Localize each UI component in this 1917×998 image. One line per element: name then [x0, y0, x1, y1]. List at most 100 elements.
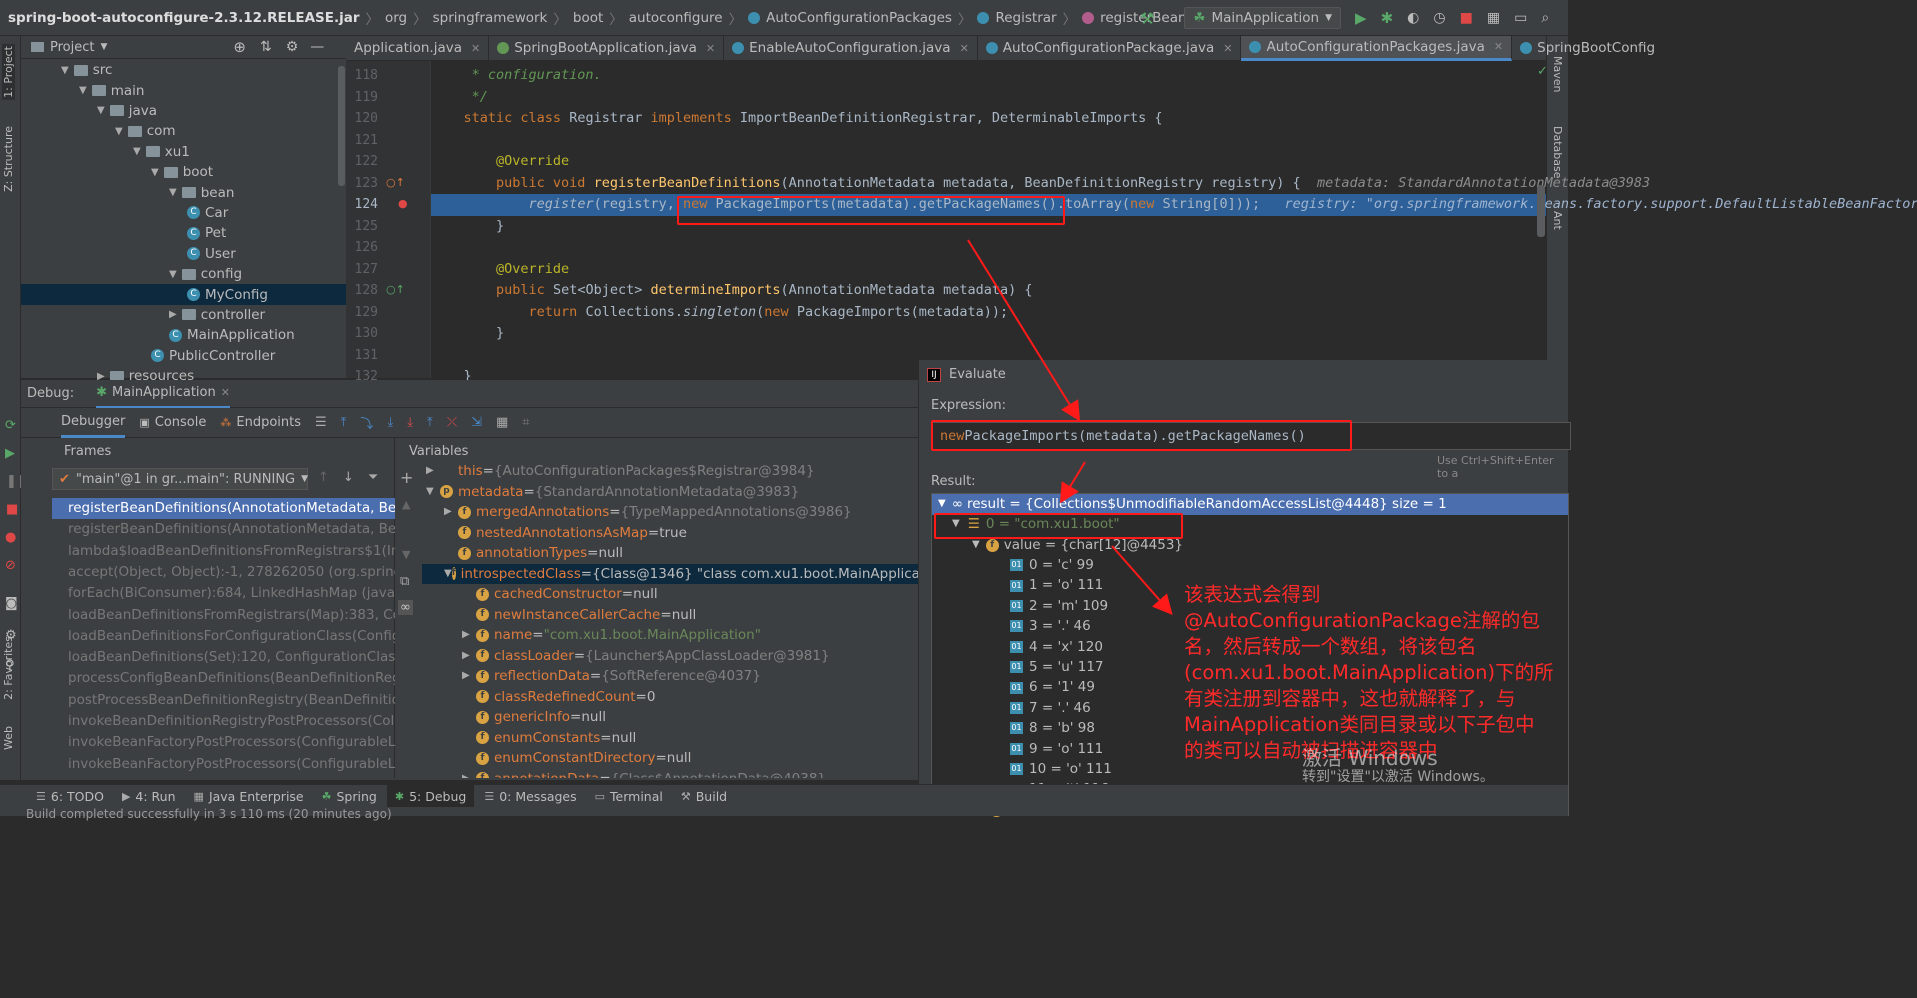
up-arrow-icon[interactable]: ↑	[318, 470, 329, 485]
close-icon[interactable]: ✕	[221, 386, 230, 399]
expanded-arrow-icon[interactable]: ▼	[444, 564, 452, 585]
project-scrollbar[interactable]	[338, 66, 345, 186]
char-element-row[interactable]: 01 2 = 'm' 109	[1010, 596, 1108, 617]
tree-item-mainapplication[interactable]: C MainApplication	[21, 325, 346, 345]
bottom-tab-0[interactable]: ☰ 6: TODO	[28, 785, 112, 807]
collapsed-arrow-icon[interactable]: ▶	[462, 666, 476, 687]
structure-tool-tab[interactable]: Z: Structure	[2, 126, 15, 192]
frame-item[interactable]: loadBeanDefinitionsForConfigurationClass…	[52, 626, 395, 647]
collapse-all-icon[interactable]: ⇅	[260, 39, 272, 55]
close-icon[interactable]: ✕	[1494, 40, 1503, 53]
breadcrumb-autoconfigurationpackages[interactable]: AutoConfigurationPackages	[766, 10, 952, 26]
char-element-row[interactable]: 01 0 = 'c' 99	[1010, 555, 1094, 576]
tab-endpoints[interactable]: ⁂ Endpoints	[220, 415, 301, 430]
tree-item-main[interactable]: ▼ main	[21, 80, 346, 100]
thread-select[interactable]: ✔ "main"@1 in gr...main": RUNNING ▼	[52, 468, 308, 490]
tree-item-user[interactable]: C User	[21, 244, 346, 264]
menu-lines-icon[interactable]: ☰	[315, 415, 327, 430]
collapsed-arrow-icon[interactable]: ▶	[462, 769, 476, 779]
char-element-row[interactable]: 01 3 = '.' 46	[1010, 616, 1091, 637]
camera-icon[interactable]: ◙	[5, 596, 18, 611]
override-marker-icon[interactable]: ○↑	[386, 176, 405, 189]
frame-item[interactable]: registerBeanDefinitions(AnnotationMetada…	[52, 519, 395, 540]
editor-tab-1[interactable]: SpringBootApplication.java ✕	[489, 35, 725, 61]
expanded-arrow-icon[interactable]: ▼	[115, 126, 123, 137]
resume-icon[interactable]: ▶	[5, 446, 15, 461]
web-tool-tab[interactable]: Web	[2, 726, 15, 750]
collapsed-arrow-icon[interactable]: ▶	[169, 309, 177, 320]
frame-item[interactable]: invokeBeanFactoryPostProcessors(Configur…	[52, 732, 395, 753]
override-marker-icon[interactable]: ○↑	[386, 283, 405, 296]
tree-item-java[interactable]: ▼ java	[21, 101, 346, 121]
editor-tab-5[interactable]: SpringBootConfig	[1512, 35, 1665, 61]
char-element-row[interactable]: 01 6 = '1' 49	[1010, 677, 1095, 698]
editor-scrollbar[interactable]	[1537, 185, 1545, 237]
frame-item[interactable]: invokeBeanFactoryPostProcessors(Configur…	[52, 754, 395, 775]
breadcrumb-autoconfigure[interactable]: autoconfigure	[629, 10, 723, 26]
frame-item[interactable]: loadBeanDefinitions(Set):120, Configurat…	[52, 647, 395, 668]
collapsed-arrow-icon[interactable]: ▶	[462, 646, 476, 667]
variable-row[interactable]: f classRedefinedCount = 0	[422, 687, 918, 708]
force-step-into-icon[interactable]: ⤓	[407, 415, 413, 430]
char-element-row[interactable]: 01 8 = 'b' 98	[1010, 718, 1095, 739]
hide-panel-icon[interactable]: —	[310, 39, 324, 55]
down-triangle-icon[interactable]: ▼	[402, 548, 410, 561]
collapsed-arrow-icon[interactable]: ▶	[444, 502, 458, 523]
variable-row[interactable]: f annotationTypes = null	[422, 543, 918, 564]
filter-icon[interactable]: ⏷	[368, 470, 378, 485]
trace-icon[interactable]: ⌗	[522, 415, 529, 430]
expanded-arrow-icon[interactable]: ▼	[61, 65, 69, 76]
expanded-arrow-icon[interactable]: ▼	[97, 105, 105, 116]
debug-bug-icon[interactable]: ✱	[1381, 9, 1394, 27]
breadcrumb-boot[interactable]: boot	[573, 10, 603, 26]
coverage-icon[interactable]: ◐	[1407, 10, 1419, 26]
locate-target-icon[interactable]: ⊕	[233, 38, 246, 56]
bottom-tab-2[interactable]: ▦ Java Enterprise	[186, 785, 312, 807]
rerun-icon[interactable]: ⟳	[5, 418, 16, 433]
evaluate-expression-icon[interactable]: ▦	[496, 415, 508, 430]
frame-item[interactable]: invokeBeanDefinitionRegistryPostProcesso…	[52, 711, 395, 732]
variable-row[interactable]: ▶ f classLoader = {Launcher$AppClassLoader…	[422, 646, 918, 667]
close-icon[interactable]: ✕	[471, 42, 480, 55]
up-triangle-icon[interactable]: ▲	[402, 498, 410, 511]
favorites-tool-tab[interactable]: 2: Favorites	[2, 636, 15, 700]
project-panel-title[interactable]: Project	[50, 40, 94, 55]
step-into-icon[interactable]: ⤓	[387, 415, 393, 430]
expanded-arrow-icon[interactable]: ▼	[133, 146, 141, 157]
close-icon[interactable]: ✕	[1223, 42, 1232, 55]
dropdown-arrow-icon[interactable]: ▼	[100, 42, 107, 52]
run-config-select[interactable]: ☘ MainApplication ▼	[1184, 7, 1342, 29]
frame-item[interactable]: lambda$loadBeanDefinitionsFromRegistrars…	[52, 541, 395, 562]
variable-row[interactable]: f genericInfo = null	[422, 707, 918, 728]
profile-icon[interactable]: ◷	[1433, 10, 1445, 26]
tree-item-src[interactable]: ▼ src	[21, 60, 346, 80]
tree-item-bean[interactable]: ▼ bean	[21, 182, 346, 202]
breadcrumb-springframework[interactable]: springframework	[433, 10, 548, 26]
layout-icon[interactable]: ▭	[1514, 10, 1527, 26]
editor-tab-3[interactable]: AutoConfigurationPackage.java ✕	[978, 35, 1242, 61]
expanded-arrow-icon[interactable]: ▼	[79, 85, 87, 96]
bottom-tab-7[interactable]: ⚒ Build	[673, 785, 735, 807]
variable-row[interactable]: ▶ f reflectionData = {SoftReference@4037}	[422, 666, 918, 687]
project-tool-tab[interactable]: 1: Project	[2, 44, 15, 100]
step-out-icon[interactable]: ⤒	[427, 415, 433, 430]
tree-item-controller[interactable]: ▶ controller	[21, 305, 346, 325]
close-icon[interactable]: ✕	[706, 42, 715, 55]
variable-row[interactable]: ▶ f mergedAnnotations = {TypeMappedAnnotat…	[422, 502, 918, 523]
char-element-row[interactable]: 01 7 = '.' 46	[1010, 698, 1091, 719]
tree-item-com[interactable]: ▼ com	[21, 121, 346, 141]
collapsed-arrow-icon[interactable]: ▶	[462, 625, 476, 646]
bottom-tab-4[interactable]: ✱ 5: Debug	[386, 785, 475, 807]
step-over-icon[interactable]: ⤵	[360, 413, 373, 432]
result-row[interactable]: ▼ ∞ result = {Collections$UnmodifiableRa…	[932, 494, 1568, 515]
variable-row[interactable]: ▼ f introspectedClass = {Class@1346} "clas…	[422, 563, 918, 585]
expanded-arrow-icon[interactable]: ▼	[426, 482, 440, 503]
frame-item[interactable]: postProcessBeanDefinitionRegistry(BeanDe…	[52, 690, 395, 711]
run-icon[interactable]: ▶	[1355, 9, 1367, 27]
maven-tool-tab[interactable]: Maven	[1551, 56, 1564, 92]
char-element-row[interactable]: 01 1 = 'o' 111	[1010, 575, 1103, 596]
editor-tab-4[interactable]: AutoConfigurationPackages.java ✕	[1241, 35, 1513, 61]
breadcrumb-registrar[interactable]: Registrar	[995, 10, 1056, 26]
frame-item[interactable]: loadBeanDefinitionsFromRegistrars(Map):3…	[52, 605, 395, 626]
tree-item-myconfig[interactable]: C MyConfig	[21, 284, 346, 305]
